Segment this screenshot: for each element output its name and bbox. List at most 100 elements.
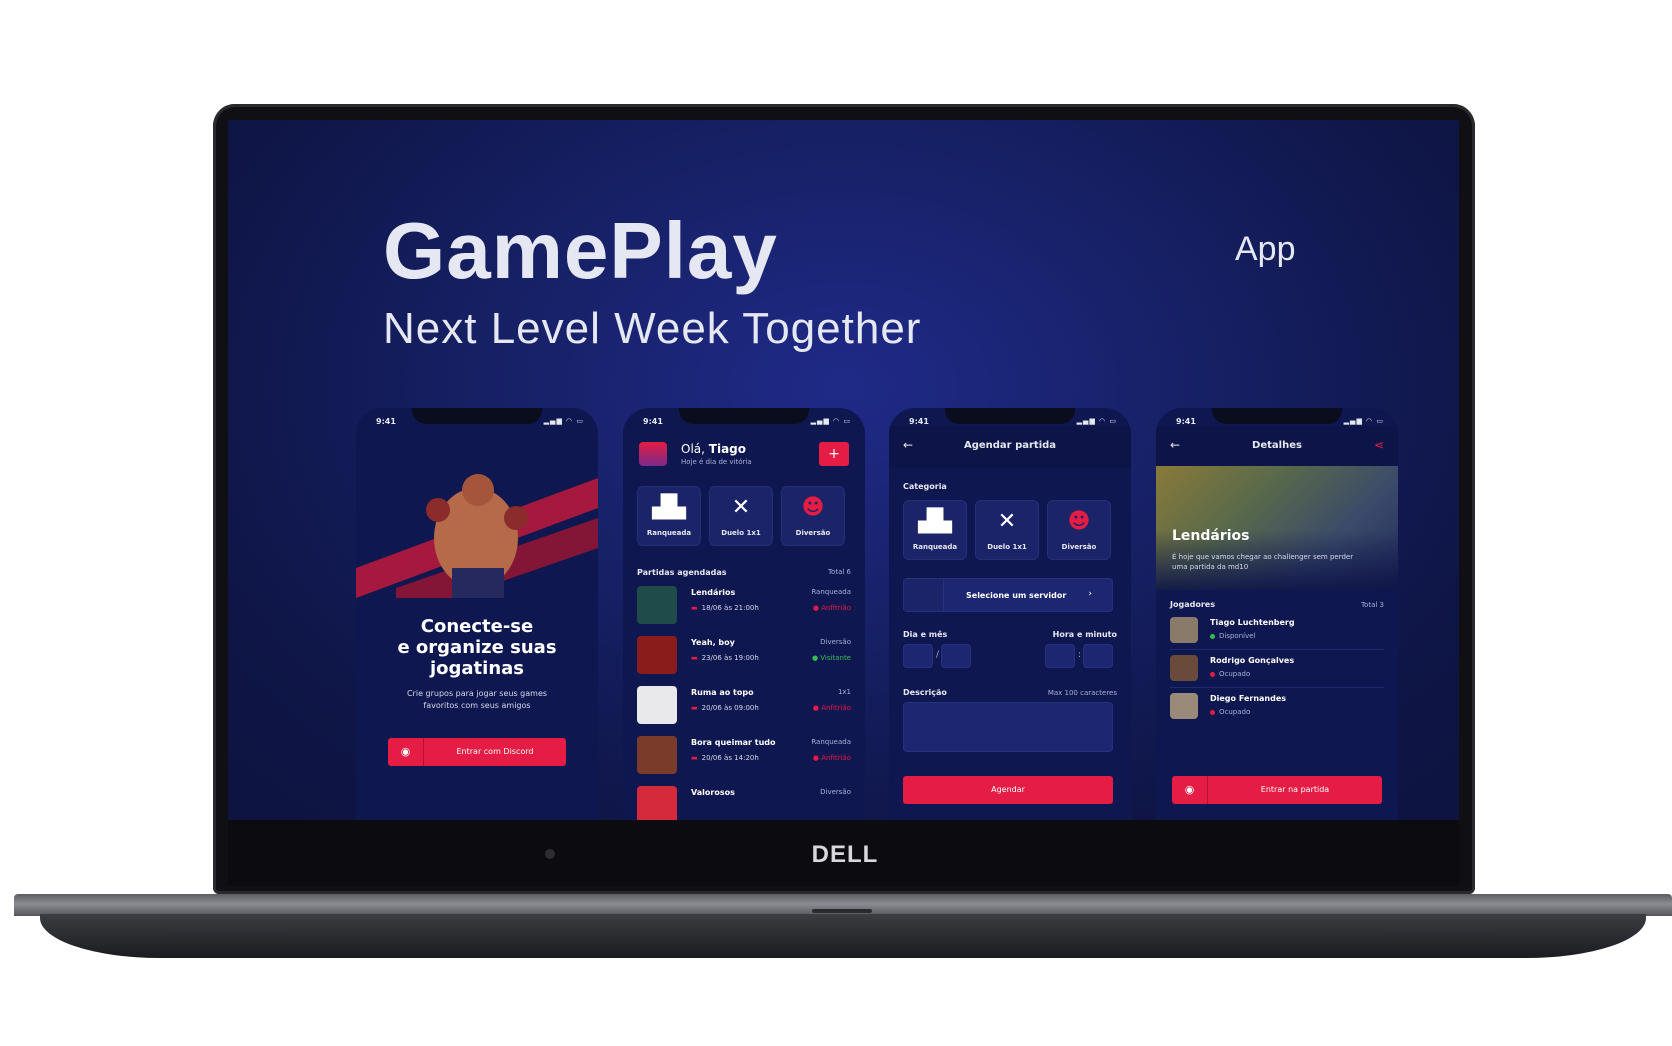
player-status: Ocupado bbox=[1210, 670, 1250, 678]
hero-subtitle: Next Level Week Together bbox=[383, 304, 922, 353]
list-item[interactable]: Valorosos Diversão bbox=[637, 782, 851, 820]
status-time: 9:41 bbox=[643, 417, 663, 426]
match-name: Bora queimar tudo bbox=[691, 738, 776, 747]
signal-wifi-battery-icon: ▂▄▆ ◠ ▭ bbox=[1343, 417, 1384, 425]
laptop-vent bbox=[1380, 934, 1500, 937]
section-title: Partidas agendadas bbox=[637, 568, 727, 577]
status-dot-icon bbox=[1210, 671, 1215, 677]
avatar[interactable] bbox=[639, 442, 667, 466]
description-label: Descrição bbox=[903, 688, 947, 697]
player-row[interactable]: Diego Fernandes Ocupado bbox=[1170, 690, 1384, 726]
day-field[interactable] bbox=[903, 644, 933, 668]
party-face-icon: ☻ bbox=[801, 495, 825, 520]
match-role-text: Anfitrião bbox=[821, 604, 851, 612]
laptop-brand-logo: DELL bbox=[811, 841, 879, 868]
calendar-icon: ▬ bbox=[691, 704, 698, 712]
player-status-text: Disponível bbox=[1219, 632, 1256, 640]
category-label: Ranqueada bbox=[912, 543, 958, 551]
hour-field[interactable] bbox=[1045, 644, 1075, 668]
schedule-submit-button[interactable]: Agendar bbox=[903, 776, 1113, 804]
avatar bbox=[1170, 655, 1198, 681]
category-fun[interactable]: ☻ Diversão bbox=[781, 486, 845, 546]
laptop-lid-notch bbox=[812, 909, 872, 913]
podium-icon: ▟▙ bbox=[652, 495, 686, 520]
screen-header: ← Detalhes ⋖ bbox=[1156, 426, 1398, 468]
greeting-prefix: Olá, bbox=[681, 442, 705, 456]
minute-field[interactable] bbox=[1083, 644, 1113, 668]
player-name: Tiago Luchtenberg bbox=[1210, 618, 1295, 627]
section-total: Total 6 bbox=[827, 568, 851, 576]
match-name: Lendários bbox=[691, 588, 736, 597]
description-textarea[interactable] bbox=[903, 702, 1113, 752]
laptop-vent bbox=[170, 934, 290, 937]
phone-signin: 9:41 ▂▄▆ ◠ ▭ Conecte-se e organize suas … bbox=[356, 408, 598, 820]
signal-wifi-battery-icon: ▂▄▆ ◠ ▭ bbox=[543, 417, 584, 425]
date-label: Dia e mês bbox=[903, 630, 948, 639]
banner-description: É hoje que vamos chegar ao challenger se… bbox=[1172, 553, 1354, 571]
match-role-text: Anfitrião bbox=[821, 704, 851, 712]
player-name: Rodrigo Gonçalves bbox=[1210, 656, 1295, 665]
player-row[interactable]: Tiago Luchtenberg Disponível bbox=[1170, 614, 1384, 650]
time-label: Hora e minuto bbox=[1052, 630, 1117, 639]
screen-header: ← Agendar partida bbox=[889, 426, 1131, 468]
match-date: ▬ 23/06 às 19:00h bbox=[691, 654, 759, 662]
hero-app-tag: App bbox=[1235, 230, 1296, 268]
match-date-text: 18/06 às 21:00h bbox=[701, 604, 759, 612]
category-section-label: Categoria bbox=[903, 482, 947, 491]
join-match-button[interactable]: ◉ Entrar na partida bbox=[1172, 776, 1382, 804]
match-role: ● Anfitrião bbox=[813, 604, 851, 612]
list-item[interactable]: Ruma ao topo 1x1 ▬ 20/06 às 09:00h ● Anfi… bbox=[637, 682, 851, 730]
calendar-icon: ▬ bbox=[691, 654, 698, 662]
screen-title: Agendar partida bbox=[963, 440, 1057, 451]
match-date: ▬ 20/06 às 14:20h bbox=[691, 754, 759, 762]
share-icon[interactable]: ⋖ bbox=[1374, 438, 1384, 452]
match-category: 1x1 bbox=[837, 688, 851, 696]
category-fun[interactable]: ☻ Diversão bbox=[1047, 500, 1111, 560]
category-ranked[interactable]: ▟▙ Ranqueada bbox=[903, 500, 967, 560]
discord-signin-button[interactable]: ◉ Entrar com Discord bbox=[388, 738, 566, 766]
status-dot-icon bbox=[1210, 633, 1215, 639]
player-status-text: Ocupado bbox=[1219, 708, 1251, 716]
signin-headline-line2: e organize suas bbox=[397, 637, 557, 658]
player-row[interactable]: Rodrigo Gonçalves Ocupado bbox=[1170, 652, 1384, 688]
match-date: ▬ 20/06 às 09:00h bbox=[691, 704, 759, 712]
signin-headline-line3: jogatinas bbox=[429, 658, 525, 679]
discord-icon: ◉ bbox=[1172, 776, 1208, 804]
game-thumbnail bbox=[637, 736, 677, 774]
list-item[interactable]: Lendários Ranqueada ▬ 18/06 às 21:00h ● A… bbox=[637, 582, 851, 630]
category-label: Duelo 1x1 bbox=[721, 529, 761, 537]
status-time: 9:41 bbox=[909, 417, 929, 426]
category-label: Diversão bbox=[795, 529, 831, 537]
match-date-text: 23/06 às 19:00h bbox=[701, 654, 759, 662]
match-category: Diversão bbox=[820, 638, 851, 646]
match-role: ● Anfitrião bbox=[813, 754, 851, 762]
hero-illustration bbox=[356, 474, 598, 598]
category-duel[interactable]: ✕ Duelo 1x1 bbox=[975, 500, 1039, 560]
hero-title: GamePlay bbox=[383, 206, 778, 295]
list-item[interactable]: Yeah, boy Diversão ▬ 23/06 às 19:00h ● Vi… bbox=[637, 632, 851, 680]
player-status: Disponível bbox=[1210, 632, 1255, 640]
players-total: Total 3 bbox=[1360, 601, 1384, 609]
add-match-button[interactable]: + bbox=[819, 442, 849, 466]
phone-home: 9:41 ▂▄▆ ◠ ▭ Olá, Tiago Hoje é dia de vi… bbox=[623, 408, 865, 820]
game-thumbnail bbox=[637, 586, 677, 624]
server-select[interactable]: Selecione um servidor › bbox=[903, 578, 1113, 612]
avatar bbox=[1170, 693, 1198, 719]
game-thumbnail bbox=[637, 786, 677, 820]
category-duel[interactable]: ✕ Duelo 1x1 bbox=[709, 486, 773, 546]
phone-details: 9:41 ▂▄▆ ◠ ▭ ← Detalhes ⋖ Lendários É ho… bbox=[1156, 408, 1398, 820]
match-category: Ranqueada bbox=[811, 588, 851, 596]
status-dot-icon bbox=[1210, 709, 1215, 715]
match-banner: Lendários É hoje que vamos chegar ao cha… bbox=[1156, 466, 1398, 590]
phone-schedule: 9:41 ▂▄▆ ◠ ▭ ← Agendar partida Categoria… bbox=[889, 408, 1131, 820]
month-field[interactable] bbox=[941, 644, 971, 668]
match-role-text: Visitante bbox=[820, 654, 851, 662]
server-select-label: Selecione um servidor bbox=[966, 591, 1067, 600]
match-date-text: 20/06 às 14:20h bbox=[701, 754, 759, 762]
status-time: 9:41 bbox=[376, 417, 396, 426]
list-item[interactable]: Bora queimar tudo Ranqueada ▬ 20/06 às 14… bbox=[637, 732, 851, 780]
chevron-right-icon: › bbox=[1088, 589, 1092, 599]
signin-headline-line1: Conecte-se bbox=[420, 616, 534, 637]
status-bar: 9:41 ▂▄▆ ◠ ▭ bbox=[356, 414, 598, 428]
category-ranked[interactable]: ▟▙ Ranqueada bbox=[637, 486, 701, 546]
